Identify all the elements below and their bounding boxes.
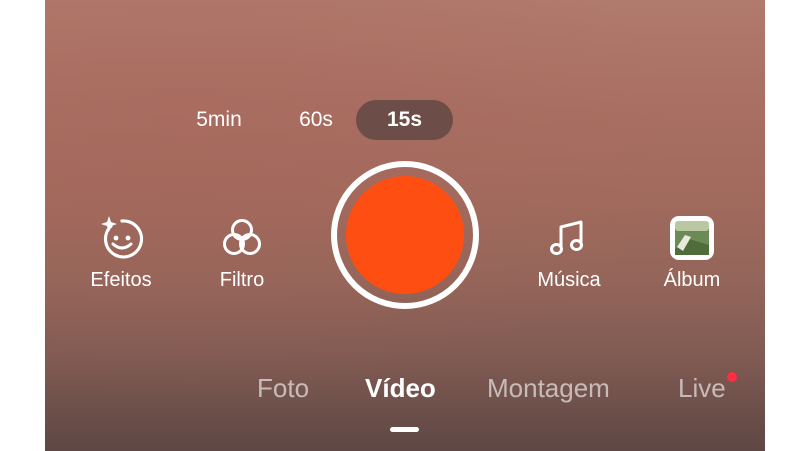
duration-selector: 5min 60s 15s xyxy=(45,100,765,140)
record-button[interactable] xyxy=(331,161,479,309)
tab-photo[interactable]: Foto xyxy=(257,366,309,410)
album-label: Álbum xyxy=(663,269,721,291)
duration-60s[interactable]: 60s xyxy=(288,100,344,140)
music-label: Música xyxy=(537,269,601,291)
album-button[interactable]: Álbum xyxy=(642,213,742,292)
effects-label: Efeitos xyxy=(90,269,152,291)
music-note-icon xyxy=(550,220,583,255)
live-notification-dot xyxy=(727,372,737,382)
record-button-core xyxy=(346,176,464,294)
tab-live[interactable]: Live xyxy=(678,366,726,410)
camera-mode-tabs: Foto Vídeo Montagem Live xyxy=(45,366,765,410)
selected-mode-indicator xyxy=(390,427,419,432)
tab-montage[interactable]: Montagem xyxy=(487,366,610,410)
filter-button[interactable]: Filtro xyxy=(192,213,292,292)
effects-button[interactable]: Efeitos xyxy=(71,213,171,292)
tab-video[interactable]: Vídeo xyxy=(365,366,436,410)
camera-screen: 5min 60s 15s Efeitos Filtro Música Álbum… xyxy=(45,0,765,451)
music-button[interactable]: Música xyxy=(519,213,619,292)
overlapping-circles-icon xyxy=(223,219,261,255)
filter-label: Filtro xyxy=(219,269,265,291)
duration-5min[interactable]: 5min xyxy=(185,100,253,140)
sparkle-smiley-icon xyxy=(101,216,144,259)
duration-15s[interactable]: 15s xyxy=(356,100,453,140)
gallery-thumbnail-icon xyxy=(670,216,714,260)
